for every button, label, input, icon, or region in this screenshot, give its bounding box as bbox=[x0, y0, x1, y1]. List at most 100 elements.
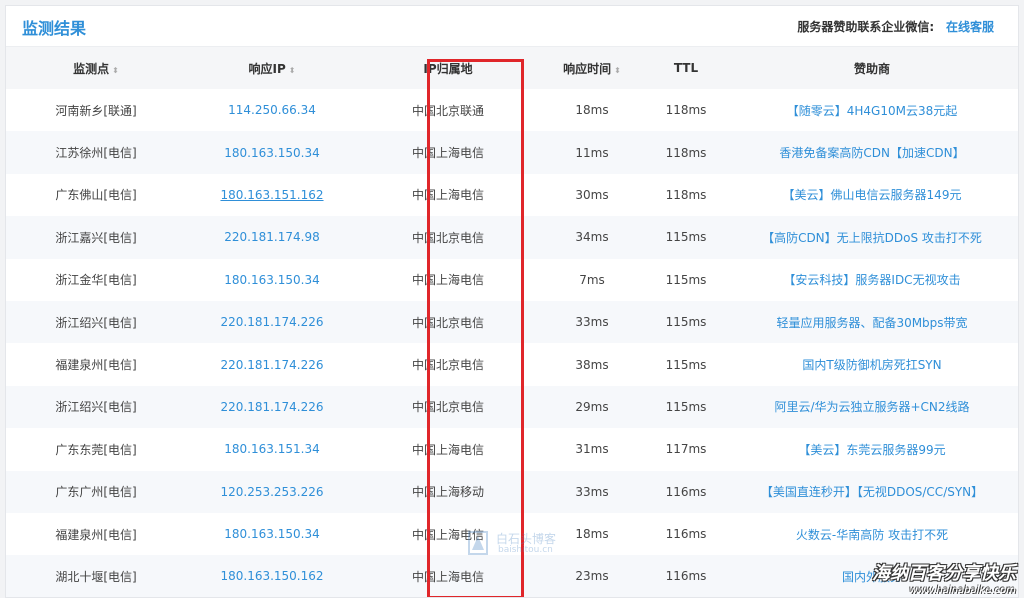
sort-icon[interactable]: ⬍ bbox=[614, 66, 621, 75]
ttl-cell: 118ms bbox=[665, 145, 707, 160]
node-cell: 浙江嘉兴[电信] bbox=[55, 230, 137, 245]
sponsor-link[interactable]: 轻量应用服务器、配备30Mbps带宽 bbox=[726, 301, 1018, 343]
sponsor-link[interactable]: 【美云】东莞云服务器99元 bbox=[726, 428, 1018, 470]
ip-cell[interactable]: 220.181.174.226 bbox=[186, 386, 358, 428]
col-response-time[interactable]: 响应时间 ⬍ bbox=[538, 47, 646, 89]
response-time-cell: 38ms bbox=[575, 357, 609, 372]
ip-cell[interactable]: 180.163.151.162 bbox=[186, 174, 358, 216]
results-panel: 监测结果 服务器赞助联系企业微信: 在线客服 监测点 ⬍ 响应IP ⬍ IP归属地 … bbox=[5, 5, 1019, 598]
location-cell: 中国上海电信 bbox=[411, 569, 484, 584]
sponsor-link[interactable]: 国内外服务 bbox=[726, 555, 1018, 597]
table-row: 湖北十堰[电信] 180.163.150.162 中国上海电信 23ms 116ms 国内… bbox=[6, 555, 1018, 597]
sponsor-link[interactable]: 香港免备案高防CDN【加速CDN】 bbox=[726, 131, 1018, 173]
response-time-cell: 18ms bbox=[575, 103, 609, 118]
table-row: 浙江金华[电信] 180.163.150.34 中国上海电信 7ms 115ms 【安云科… bbox=[6, 259, 1018, 301]
online-service-link[interactable]: 在线客服 bbox=[946, 20, 994, 34]
table-row: 江苏徐州[电信] 180.163.150.34 中国上海电信 11ms 118ms 香港免… bbox=[6, 131, 1018, 174]
node-cell: 福建泉州[电信] bbox=[55, 527, 137, 542]
response-time-cell: 29ms bbox=[575, 399, 609, 414]
ttl-cell: 115ms bbox=[665, 357, 707, 372]
sponsor-link[interactable]: 【安云科技】服务器IDC无视攻击 bbox=[726, 259, 1018, 301]
ip-cell[interactable]: 120.253.253.226 bbox=[186, 471, 358, 513]
response-time-cell: 23ms bbox=[575, 569, 609, 584]
ttl-cell: 117ms bbox=[665, 442, 707, 457]
col-ttl: TTL bbox=[673, 61, 699, 75]
sponsor-link[interactable]: 火数云-华南高防 攻击打不死 bbox=[726, 513, 1018, 555]
table-row: 浙江绍兴[电信] 220.181.174.226 中国北京电信 29ms 115ms 阿里… bbox=[6, 385, 1018, 429]
node-cell: 广东东莞[电信] bbox=[55, 442, 137, 457]
node-cell: 广东广州[电信] bbox=[55, 485, 137, 500]
ip-cell[interactable]: 180.163.150.34 bbox=[186, 513, 358, 555]
ttl-cell: 118ms bbox=[665, 103, 707, 118]
table-row: 浙江嘉兴[电信] 220.181.174.98 中国北京电信 34ms 115ms 【高防… bbox=[6, 216, 1018, 259]
location-cell: 中国北京电信 bbox=[411, 230, 484, 245]
location-cell: 中国北京电信 bbox=[411, 315, 484, 330]
col-ip[interactable]: 响应IP ⬍ bbox=[186, 47, 358, 89]
node-cell: 浙江金华[电信] bbox=[55, 273, 137, 288]
table-row: 广东佛山[电信] 180.163.151.162 中国上海电信 30ms 118ms 【美… bbox=[6, 174, 1018, 216]
ip-cell[interactable]: 220.181.174.98 bbox=[186, 216, 358, 258]
ip-cell[interactable]: 180.163.150.34 bbox=[186, 259, 358, 301]
col-location: IP归属地 bbox=[423, 61, 473, 76]
response-time-cell: 11ms bbox=[575, 145, 609, 160]
ttl-cell: 116ms bbox=[665, 527, 707, 542]
response-time-cell: 33ms bbox=[575, 484, 609, 499]
response-time-cell: 31ms bbox=[575, 442, 609, 457]
ip-cell[interactable]: 180.163.150.34 bbox=[186, 131, 358, 173]
ttl-cell: 115ms bbox=[665, 272, 707, 287]
sponsor-link[interactable]: 【美云】佛山电信云服务器149元 bbox=[726, 174, 1018, 216]
ttl-cell: 115ms bbox=[665, 399, 707, 414]
response-time-cell: 34ms bbox=[575, 230, 609, 245]
node-cell: 广东佛山[电信] bbox=[55, 188, 137, 203]
location-cell: 中国上海电信 bbox=[411, 527, 484, 542]
table-row: 福建泉州[电信] 180.163.150.34 中国上海电信 18ms 116ms 火数云… bbox=[6, 513, 1018, 555]
ip-cell[interactable]: 220.181.174.226 bbox=[186, 343, 358, 385]
sponsor-label: 服务器赞助联系企业微信: bbox=[797, 20, 935, 34]
node-cell: 福建泉州[电信] bbox=[55, 358, 137, 373]
response-time-cell: 7ms bbox=[579, 272, 605, 287]
sponsor-link[interactable]: 国内T级防御机房死扛SYN bbox=[726, 343, 1018, 385]
table-row: 河南新乡[联通] 114.250.66.34 中国北京联通 18ms 118ms 【随零云… bbox=[6, 89, 1018, 131]
location-cell: 中国上海电信 bbox=[411, 442, 484, 457]
sort-icon[interactable]: ⬍ bbox=[112, 66, 119, 75]
ip-cell[interactable]: 180.163.150.162 bbox=[186, 555, 358, 597]
results-table: 监测点 ⬍ 响应IP ⬍ IP归属地 响应时间 ⬍ TTL 赞助商 河南新乡[联通] 1… bbox=[6, 47, 1018, 597]
ttl-cell: 115ms bbox=[665, 315, 707, 330]
table-row: 广东广州[电信] 120.253.253.226 中国上海移动 33ms 116ms 【美… bbox=[6, 470, 1018, 513]
ip-cell[interactable]: 220.181.174.226 bbox=[186, 301, 358, 343]
col-sponsor: 赞助商 bbox=[853, 61, 890, 76]
location-cell: 中国上海电信 bbox=[411, 273, 484, 288]
node-cell: 河南新乡[联通] bbox=[55, 103, 137, 118]
ip-cell[interactable]: 114.250.66.34 bbox=[186, 89, 358, 131]
sponsor-contact: 服务器赞助联系企业微信: 在线客服 bbox=[797, 18, 994, 35]
location-cell: 中国上海电信 bbox=[411, 188, 484, 203]
ttl-cell: 116ms bbox=[665, 569, 707, 584]
sponsor-link[interactable]: 阿里云/华为云独立服务器+CN2线路 bbox=[726, 386, 1018, 428]
response-time-cell: 33ms bbox=[575, 315, 609, 330]
page-title: 监测结果 bbox=[22, 19, 87, 38]
response-time-cell: 18ms bbox=[575, 527, 609, 542]
sponsor-link[interactable]: 【高防CDN】无上限抗DDoS 攻击打不死 bbox=[726, 216, 1018, 258]
ttl-cell: 115ms bbox=[665, 230, 707, 245]
node-cell: 浙江绍兴[电信] bbox=[55, 315, 137, 330]
table-row: 福建泉州[电信] 220.181.174.226 中国北京电信 38ms 115ms 国内… bbox=[6, 343, 1018, 385]
results-header: 监测结果 服务器赞助联系企业微信: 在线客服 bbox=[6, 6, 1018, 47]
location-cell: 中国上海移动 bbox=[411, 485, 484, 500]
table-row: 浙江绍兴[电信] 220.181.174.226 中国北京电信 33ms 115ms 轻量… bbox=[6, 300, 1018, 344]
ttl-cell: 116ms bbox=[665, 484, 707, 499]
ttl-cell: 118ms bbox=[665, 187, 707, 202]
node-cell: 江苏徐州[电信] bbox=[55, 146, 137, 161]
location-cell: 中国北京联通 bbox=[411, 103, 484, 118]
sort-icon[interactable]: ⬍ bbox=[289, 66, 296, 75]
sponsor-link[interactable]: 【美国直连秒开】【无视DDOS/CC/SYN】 bbox=[726, 471, 1018, 513]
node-cell: 浙江绍兴[电信] bbox=[55, 400, 137, 415]
table-header-row: 监测点 ⬍ 响应IP ⬍ IP归属地 响应时间 ⬍ TTL 赞助商 bbox=[6, 47, 1018, 89]
col-node[interactable]: 监测点 ⬍ bbox=[6, 47, 186, 89]
location-cell: 中国上海电信 bbox=[411, 146, 484, 161]
response-time-cell: 30ms bbox=[575, 187, 609, 202]
node-cell: 湖北十堰[电信] bbox=[55, 569, 137, 584]
table-row: 广东东莞[电信] 180.163.151.34 中国上海电信 31ms 117ms 【美云… bbox=[6, 428, 1018, 470]
ip-cell[interactable]: 180.163.151.34 bbox=[186, 428, 358, 470]
location-cell: 中国北京电信 bbox=[411, 358, 484, 373]
sponsor-link[interactable]: 【随零云】4H4G10M云38元起 bbox=[726, 89, 1018, 131]
